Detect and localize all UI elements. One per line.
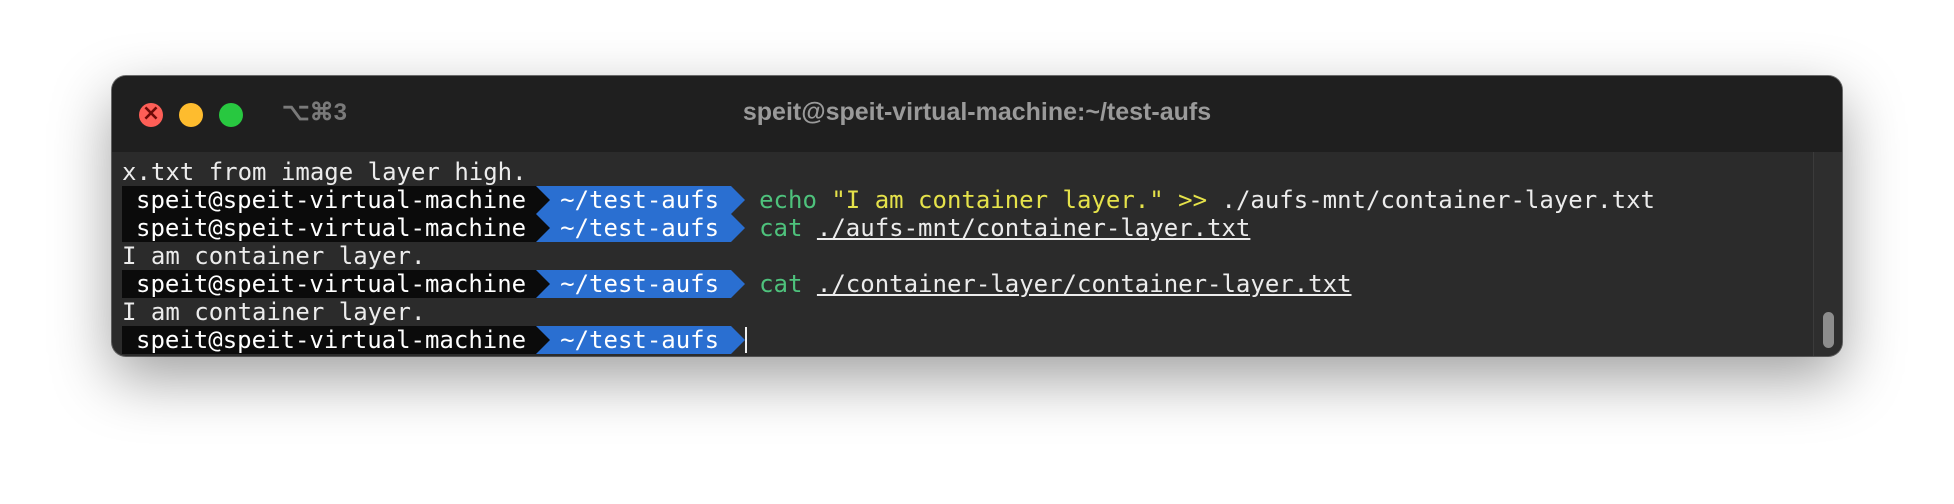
text-cursor[interactable] — [745, 327, 748, 353]
command-name: cat — [759, 270, 803, 298]
scrollbar-thumb[interactable] — [1823, 312, 1834, 348]
command-string-arg: "I am container layer." — [831, 186, 1164, 214]
prompt-user-host: speit@speit-virtual-machine — [122, 270, 537, 298]
command-path-arg: ./container-layer/container-layer.txt — [816, 270, 1352, 298]
terminal-output[interactable]: x.txt from image layer high. speit@speit… — [122, 158, 1812, 354]
output-text: I am container layer. — [122, 242, 426, 270]
terminal-window: ⌥⌘3 speit@speit-virtual-machine:~/test-a… — [112, 76, 1842, 356]
prompt-line: speit@speit-virtual-machine ~/test-aufs … — [122, 214, 1812, 242]
output-text: I am container layer. — [122, 298, 426, 326]
output-line: I am container layer. — [122, 298, 1812, 326]
prompt-directory: ~/test-aufs — [536, 214, 746, 242]
command-name: cat — [759, 214, 803, 242]
vertical-scrollbar[interactable] — [1813, 152, 1842, 356]
command-path-arg: ./aufs-mnt/container-layer.txt — [816, 214, 1251, 242]
prompt-directory: ~/test-aufs — [536, 186, 746, 214]
prompt-line: speit@speit-virtual-machine ~/test-aufs … — [122, 186, 1812, 214]
prompt-directory: ~/test-aufs — [536, 270, 746, 298]
output-text: x.txt from image layer high. — [122, 158, 527, 186]
prompt-user-host: speit@speit-virtual-machine — [122, 214, 537, 242]
prompt-user-host: speit@speit-virtual-machine — [122, 186, 537, 214]
prompt-line: speit@speit-virtual-machine ~/test-aufs … — [122, 270, 1812, 298]
window-title: speit@speit-virtual-machine:~/test-aufs — [742, 98, 1212, 126]
prompt-directory: ~/test-aufs — [536, 326, 746, 354]
output-line: x.txt from image layer high. — [122, 158, 1812, 186]
redirect-operator: >> — [1178, 186, 1208, 214]
title-bar[interactable]: ⌥⌘3 speit@speit-virtual-machine:~/test-a… — [112, 76, 1842, 152]
output-line: I am container layer. — [122, 242, 1812, 270]
prompt-line-active[interactable]: speit@speit-virtual-machine ~/test-aufs — [122, 326, 1812, 354]
command-name: echo — [759, 186, 817, 214]
prompt-user-host: speit@speit-virtual-machine — [122, 326, 537, 354]
command-path-arg: ./aufs-mnt/container-layer.txt — [1221, 186, 1655, 214]
